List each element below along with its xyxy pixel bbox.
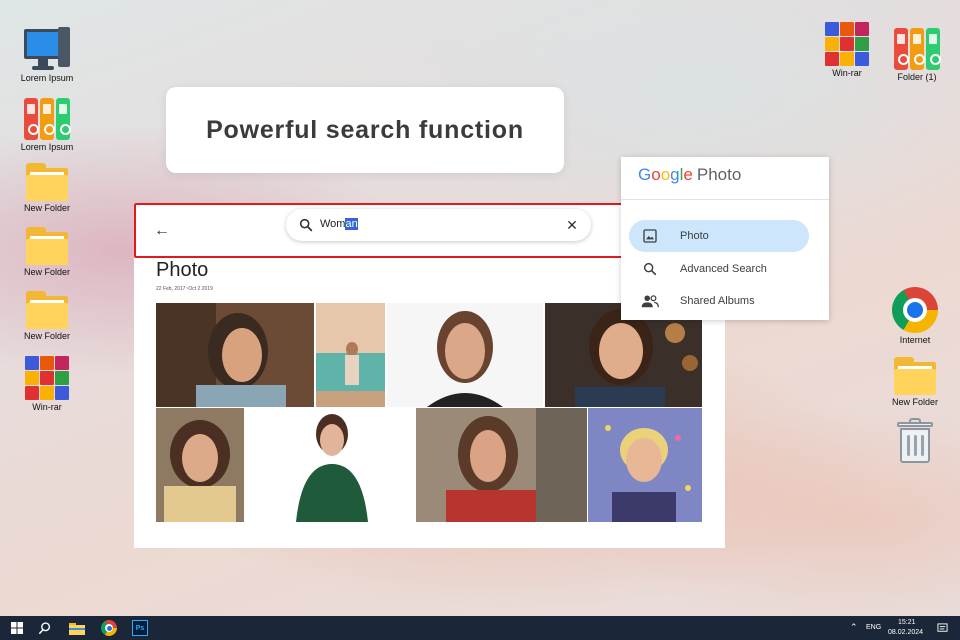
menu-item-photo[interactable]: Photo — [629, 220, 809, 252]
winrar-icon — [25, 356, 69, 400]
taskbar-search-button[interactable] — [30, 616, 60, 640]
taskbar: Ps ⌃ ENG 15:21 08.02.2024 — [0, 616, 960, 640]
desktop-icon-label: New Folder — [23, 267, 70, 277]
search-icon — [38, 622, 51, 635]
search-input[interactable]: Woman ✕ — [286, 209, 591, 241]
chrome-icon — [892, 287, 938, 333]
date-range: 22 Feb, 2017~Oct 2 2019 — [156, 286, 213, 292]
photo-tile[interactable] — [588, 408, 702, 522]
photo-tile[interactable] — [156, 408, 244, 522]
winrar-icon — [825, 22, 869, 66]
photo-icon — [629, 228, 671, 244]
notification-icon — [936, 622, 948, 632]
headline-card: Powerful search function — [166, 87, 564, 173]
folder-icon — [24, 163, 70, 201]
desktop-icon-new-folder[interactable]: New Folder — [12, 163, 82, 213]
chrome-icon — [101, 620, 117, 636]
language-indicator[interactable]: ENG — [866, 624, 881, 631]
page-title: Photo — [156, 259, 209, 281]
folder-icon — [24, 227, 70, 265]
desktop-icon-label: Win-rar — [32, 402, 62, 412]
desktop-icon-label: Lorem Ipsum — [20, 73, 74, 83]
google-photo-menu: Google Photo Photo Advanced Search Share… — [621, 157, 829, 320]
back-arrow-icon[interactable]: ← — [150, 219, 174, 243]
menu-item-label: Advanced Search — [680, 263, 767, 275]
computer-icon — [24, 27, 70, 71]
desktop-icon-label: Internet — [899, 335, 931, 345]
desktop-icon-computer[interactable]: Lorem Ipsum — [12, 27, 82, 83]
desktop-icon-label: New Folder — [23, 331, 70, 341]
google-photo-logo: Google Photo — [638, 165, 742, 184]
desktop-icon-new-folder[interactable]: New Folder — [880, 357, 950, 407]
photo-tile[interactable] — [156, 303, 314, 407]
recycle-bin-icon — [897, 418, 933, 464]
desktop-icon-winrar[interactable]: Win-rar — [812, 22, 882, 78]
windows-icon — [11, 622, 23, 634]
taskbar-photoshop[interactable]: Ps — [125, 616, 155, 640]
menu-item-label: Shared Albums — [680, 295, 755, 307]
taskbar-chrome[interactable] — [94, 616, 124, 640]
clock-time[interactable]: 15:21 — [898, 619, 916, 626]
desktop-icon-label: Win-rar — [832, 68, 862, 78]
desktop-icon-label: New Folder — [23, 203, 70, 213]
desktop-icon-winrar[interactable]: Win-rar — [12, 356, 82, 412]
search-query: Woman — [320, 218, 358, 230]
taskbar-file-explorer[interactable] — [62, 616, 92, 640]
desktop-icon-new-folder[interactable]: New Folder — [12, 291, 82, 341]
search-query-selected: an — [345, 218, 358, 230]
binders-icon — [894, 26, 941, 70]
photoshop-icon: Ps — [132, 620, 148, 636]
folder-icon — [24, 291, 70, 329]
menu-item-advanced-search[interactable]: Advanced Search — [629, 253, 809, 285]
folder-icon — [892, 357, 938, 395]
desktop-icon-label: Folder (1) — [897, 72, 937, 82]
headline-text: Powerful search function — [206, 115, 524, 144]
file-explorer-icon — [69, 622, 85, 635]
desktop-icon-folder-1[interactable]: Folder (1) — [882, 26, 952, 82]
desktop-icon-label: Lorem Ipsum — [20, 142, 74, 152]
search-query-typed: Wom — [320, 218, 346, 230]
photo-tile[interactable] — [416, 408, 587, 522]
desktop-icon-binders[interactable]: Lorem Ipsum — [12, 96, 82, 152]
search-icon — [629, 261, 671, 277]
start-button[interactable] — [2, 616, 32, 640]
photo-tile[interactable] — [387, 303, 543, 407]
close-icon[interactable]: ✕ — [563, 216, 581, 234]
menu-divider — [621, 199, 829, 200]
photo-tile[interactable] — [244, 408, 414, 522]
desktop-icon-internet[interactable]: Internet — [880, 287, 950, 345]
menu-item-label: Photo — [680, 230, 709, 242]
desktop-icon-recycle-bin[interactable] — [880, 418, 950, 464]
clock-date[interactable]: 08.02.2024 — [888, 629, 923, 636]
binders-icon — [24, 96, 71, 140]
people-icon — [629, 293, 671, 309]
tray-chevron-up-icon[interactable]: ⌃ — [850, 622, 858, 633]
search-icon — [299, 218, 313, 232]
photo-tile[interactable] — [316, 303, 385, 407]
desktop-icon-label: New Folder — [891, 397, 938, 407]
notification-button[interactable] — [930, 616, 954, 640]
desktop-icon-new-folder[interactable]: New Folder — [12, 227, 82, 277]
menu-item-shared-albums[interactable]: Shared Albums — [629, 285, 809, 317]
